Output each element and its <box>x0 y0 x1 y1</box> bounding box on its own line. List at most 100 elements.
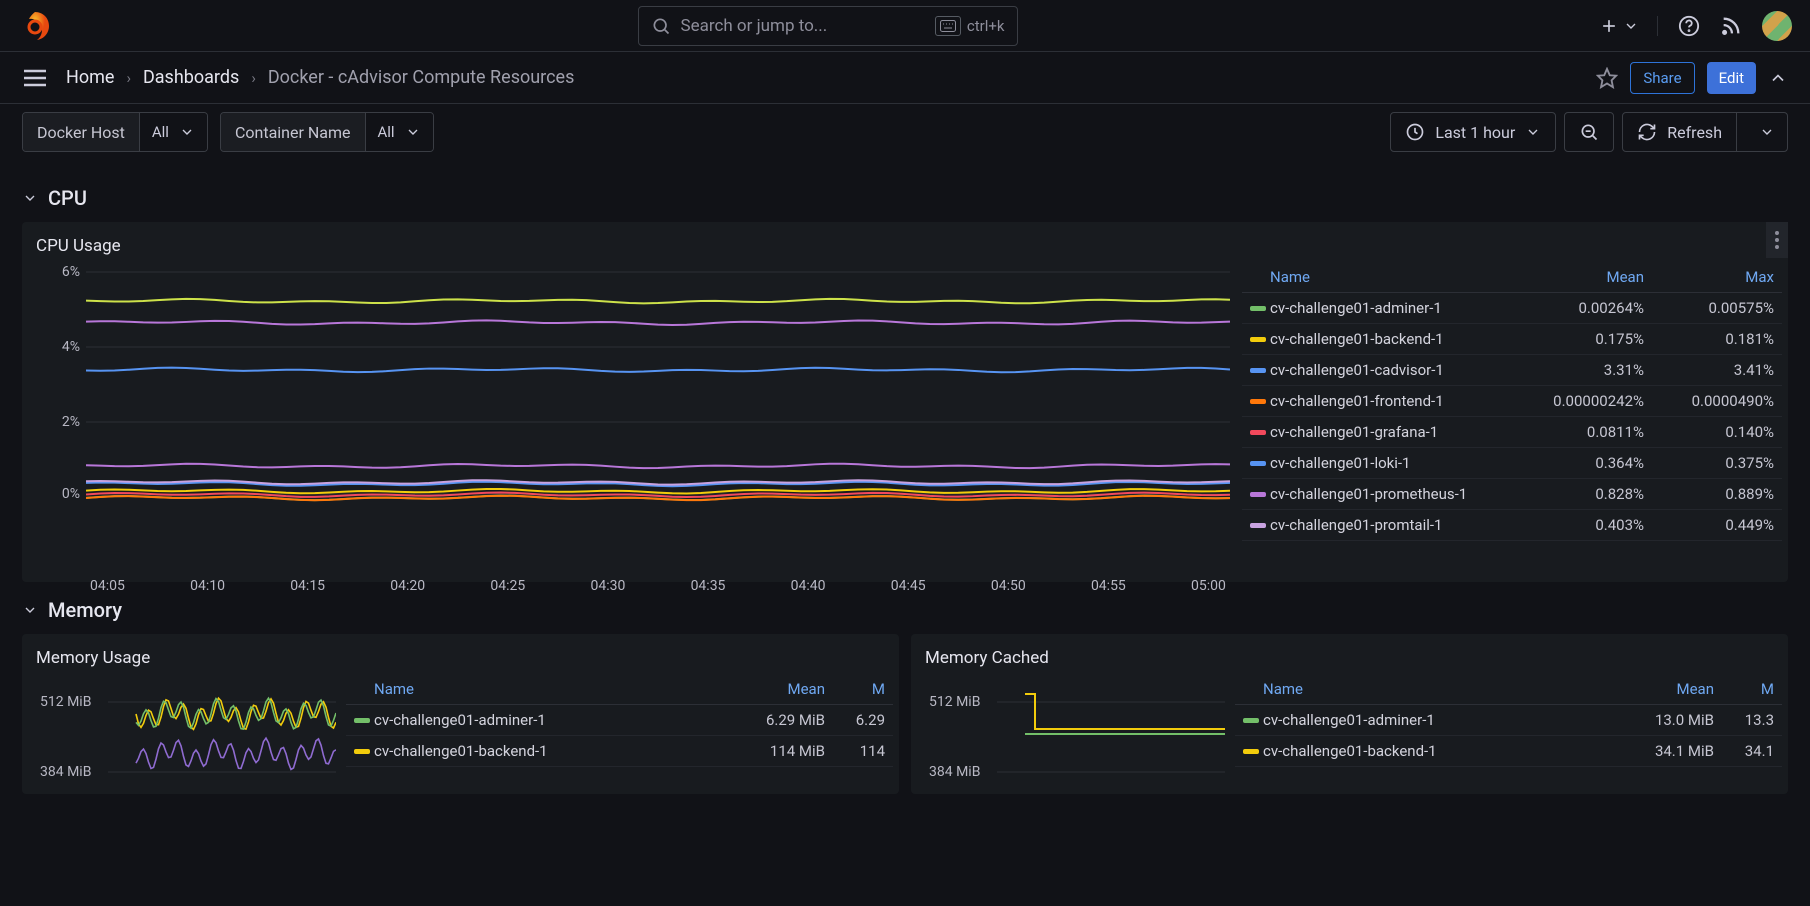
breadcrumb-bar: Home › Dashboards › Docker - cAdvisor Co… <box>0 52 1810 104</box>
legend-series-name: cv-challenge01-adminer-1 <box>1270 299 1514 317</box>
grafana-logo-icon[interactable] <box>18 9 52 43</box>
y-axis: 6%4%2%0% <box>36 262 86 572</box>
legend-series-name: cv-challenge01-backend-1 <box>374 742 725 760</box>
legend-row[interactable]: cv-challenge01-adminer-113.0 MiB13.3 <box>1235 705 1782 736</box>
memory-usage-chart[interactable]: 512 MiB 384 MiB <box>36 674 336 792</box>
legend-series-name: cv-challenge01-loki-1 <box>1270 454 1514 472</box>
legend-swatch <box>1243 718 1259 723</box>
chevron-down-icon <box>22 190 38 206</box>
breadcrumb-dashboards[interactable]: Dashboards <box>143 67 239 88</box>
cpu-row-header[interactable]: CPU <box>22 186 1788 210</box>
legend-row[interactable]: cv-challenge01-grafana-10.0811%0.140% <box>1242 417 1782 448</box>
collapse-button[interactable] <box>1768 68 1788 88</box>
breadcrumb-current: Docker - cAdvisor Compute Resources <box>268 67 575 88</box>
zoom-out-button[interactable] <box>1564 112 1614 152</box>
legend-swatch <box>1250 337 1266 342</box>
legend-swatch <box>354 718 370 723</box>
legend-max: 0.140% <box>1644 423 1774 441</box>
topbar: Search or jump to... ctrl+k <box>0 0 1810 52</box>
chevron-down-icon <box>405 124 421 140</box>
container-name-label: Container Name <box>221 113 366 151</box>
memory-cached-chart[interactable]: 512 MiB 384 MiB <box>925 674 1225 792</box>
legend-row[interactable]: cv-challenge01-cadvisor-13.31%3.41% <box>1242 355 1782 386</box>
cpu-legend-table: Name Mean Max cv-challenge01-adminer-10.… <box>1242 262 1782 572</box>
legend-max: 0.00575% <box>1644 299 1774 317</box>
star-button[interactable] <box>1596 67 1618 89</box>
legend-mean: 0.00264% <box>1514 299 1644 317</box>
container-name-variable[interactable]: Container Name All <box>220 112 434 152</box>
chevron-right-icon: › <box>251 69 256 87</box>
legend-row[interactable]: cv-challenge01-adminer-10.00264%0.00575% <box>1242 293 1782 324</box>
legend-series-name: cv-challenge01-backend-1 <box>1270 330 1514 348</box>
legend-row[interactable]: cv-challenge01-backend-134.1 MiB34.1 <box>1235 736 1782 767</box>
add-button[interactable] <box>1599 16 1658 36</box>
legend-mean: 6.29 MiB <box>725 711 825 729</box>
panel-title: Memory Cached <box>925 648 1782 668</box>
zoom-out-icon <box>1579 122 1599 142</box>
legend-max: 0.181% <box>1644 330 1774 348</box>
panel-menu-button[interactable] <box>1766 222 1788 258</box>
help-button[interactable] <box>1678 15 1700 37</box>
legend-row[interactable]: cv-challenge01-promtail-10.403%0.449% <box>1242 510 1782 541</box>
legend-series-name: cv-challenge01-frontend-1 <box>1270 392 1514 410</box>
search-placeholder: Search or jump to... <box>681 16 925 36</box>
keyboard-shortcut-badge: ctrl+k <box>935 16 1005 36</box>
legend-series-name: cv-challenge01-backend-1 <box>1263 742 1614 760</box>
legend-max: 0.449% <box>1644 516 1774 534</box>
legend-series-name: cv-challenge01-adminer-1 <box>374 711 725 729</box>
legend-row[interactable]: cv-challenge01-backend-10.175%0.181% <box>1242 324 1782 355</box>
docker-host-variable[interactable]: Docker Host All <box>22 112 208 152</box>
legend-max: 0.375% <box>1644 454 1774 472</box>
legend-max: 13.3 <box>1714 711 1774 729</box>
legend-max: 0.0000490% <box>1644 392 1774 410</box>
breadcrumb-home[interactable]: Home <box>66 67 114 88</box>
legend-swatch <box>1250 523 1266 528</box>
refresh-button[interactable]: Refresh <box>1623 113 1737 151</box>
legend-series-name: cv-challenge01-grafana-1 <box>1270 423 1514 441</box>
legend-series-name: cv-challenge01-cadvisor-1 <box>1270 361 1514 379</box>
legend-series-name: cv-challenge01-promtail-1 <box>1270 516 1514 534</box>
legend-swatch <box>1250 492 1266 497</box>
legend-swatch <box>1250 306 1266 311</box>
legend-series-name: cv-challenge01-adminer-1 <box>1263 711 1614 729</box>
legend-swatch <box>1250 399 1266 404</box>
legend-mean: 0.175% <box>1514 330 1644 348</box>
memory-usage-legend: Name Mean M cv-challenge01-adminer-16.29… <box>346 674 893 792</box>
memory-cached-legend: Name Mean M cv-challenge01-adminer-113.0… <box>1235 674 1782 792</box>
keyboard-icon <box>935 16 961 36</box>
legend-header[interactable]: Name Mean M <box>346 674 893 705</box>
legend-max: 3.41% <box>1644 361 1774 379</box>
legend-mean: 0.828% <box>1514 485 1644 503</box>
time-range-picker[interactable]: Last 1 hour <box>1390 112 1556 152</box>
menu-toggle-button[interactable] <box>22 67 48 89</box>
legend-swatch <box>354 749 370 754</box>
refresh-icon <box>1637 122 1657 142</box>
legend-row[interactable]: cv-challenge01-adminer-16.29 MiB6.29 <box>346 705 893 736</box>
refresh-interval-button[interactable] <box>1747 124 1787 140</box>
cpu-usage-panel: CPU Usage 6%4%2%0% 04:0504:1004:1504:200… <box>22 222 1788 582</box>
memory-cached-panel: Memory Cached 512 MiB 384 MiB Name Mean … <box>911 634 1788 794</box>
legend-row[interactable]: cv-challenge01-loki-10.364%0.375% <box>1242 448 1782 479</box>
legend-row[interactable]: cv-challenge01-backend-1114 MiB114 <box>346 736 893 767</box>
legend-mean: 34.1 MiB <box>1614 742 1714 760</box>
dashboard-content: CPU CPU Usage 6%4%2%0% 04:0504:1004:1504… <box>0 160 1810 804</box>
legend-mean: 0.00000242% <box>1514 392 1644 410</box>
chevron-down-icon <box>1623 18 1639 34</box>
chevron-down-icon <box>22 602 38 618</box>
global-search-input[interactable]: Search or jump to... ctrl+k <box>638 6 1018 46</box>
legend-mean: 3.31% <box>1514 361 1644 379</box>
legend-max: 114 <box>825 742 885 760</box>
edit-button[interactable]: Edit <box>1707 62 1756 94</box>
legend-header[interactable]: Name Mean Max <box>1242 262 1782 293</box>
legend-header[interactable]: Name Mean M <box>1235 674 1782 705</box>
legend-max: 6.29 <box>825 711 885 729</box>
user-avatar[interactable] <box>1762 11 1792 41</box>
legend-row[interactable]: cv-challenge01-frontend-10.00000242%0.00… <box>1242 386 1782 417</box>
x-axis: 04:0504:1004:1504:2004:2504:3004:3504:40… <box>86 578 1230 594</box>
memory-row-header[interactable]: Memory <box>22 598 1788 622</box>
cpu-chart[interactable]: 6%4%2%0% 04:0504:1004:1504:2004:2504:300… <box>36 262 1242 572</box>
legend-row[interactable]: cv-challenge01-prometheus-10.828%0.889% <box>1242 479 1782 510</box>
rss-button[interactable] <box>1720 15 1742 37</box>
share-button[interactable]: Share <box>1630 62 1694 94</box>
legend-mean: 0.364% <box>1514 454 1644 472</box>
